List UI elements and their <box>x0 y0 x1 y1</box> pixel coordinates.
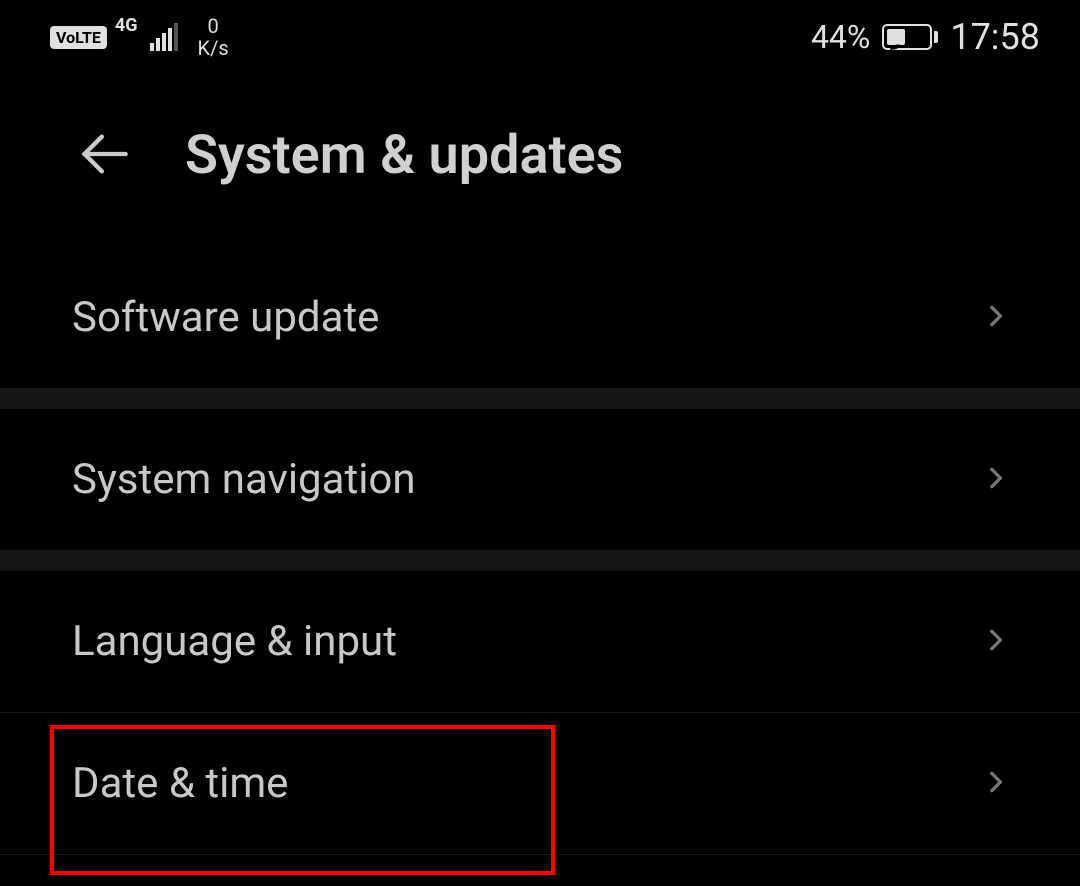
data-speed: 0 K/s <box>198 15 229 59</box>
volte-badge: VoLTE <box>50 26 107 49</box>
page-title: System & updates <box>185 124 623 187</box>
status-right: 44% 17:58 <box>811 16 1040 58</box>
arrow-left-icon <box>78 128 130 180</box>
battery-icon <box>882 24 938 50</box>
list-item-language-input[interactable]: Language & input <box>0 571 1080 713</box>
list-item-label: Software update <box>72 293 379 342</box>
section-divider <box>0 389 1080 409</box>
battery-percentage: 44% <box>811 18 870 56</box>
data-speed-value: 0 <box>207 15 218 37</box>
network-type: 4G <box>115 15 138 36</box>
list-item-label: Language & input <box>72 617 397 666</box>
list-item-label: Date & time <box>72 759 288 808</box>
list-item-software-update[interactable]: Software update <box>0 247 1080 389</box>
clock-time: 17:58 <box>950 16 1040 58</box>
list-item-label: System navigation <box>72 455 416 504</box>
back-button[interactable] <box>78 128 130 184</box>
section-divider <box>0 551 1080 571</box>
list-item-date-time[interactable]: Date & time <box>0 713 1080 855</box>
leaf-icon <box>887 39 905 55</box>
page-header: System & updates <box>0 74 1080 247</box>
signal-strength-icon <box>150 23 178 51</box>
chevron-right-icon <box>982 761 1008 807</box>
data-speed-unit: K/s <box>198 37 229 59</box>
chevron-right-icon <box>982 619 1008 665</box>
settings-list: Software update System navigation Langua… <box>0 247 1080 855</box>
list-item-system-navigation[interactable]: System navigation <box>0 409 1080 551</box>
chevron-right-icon <box>982 295 1008 341</box>
chevron-right-icon <box>982 457 1008 503</box>
status-left: VoLTE 4G 0 K/s <box>50 15 229 59</box>
status-bar: VoLTE 4G 0 K/s 44% 17:58 <box>0 0 1080 74</box>
